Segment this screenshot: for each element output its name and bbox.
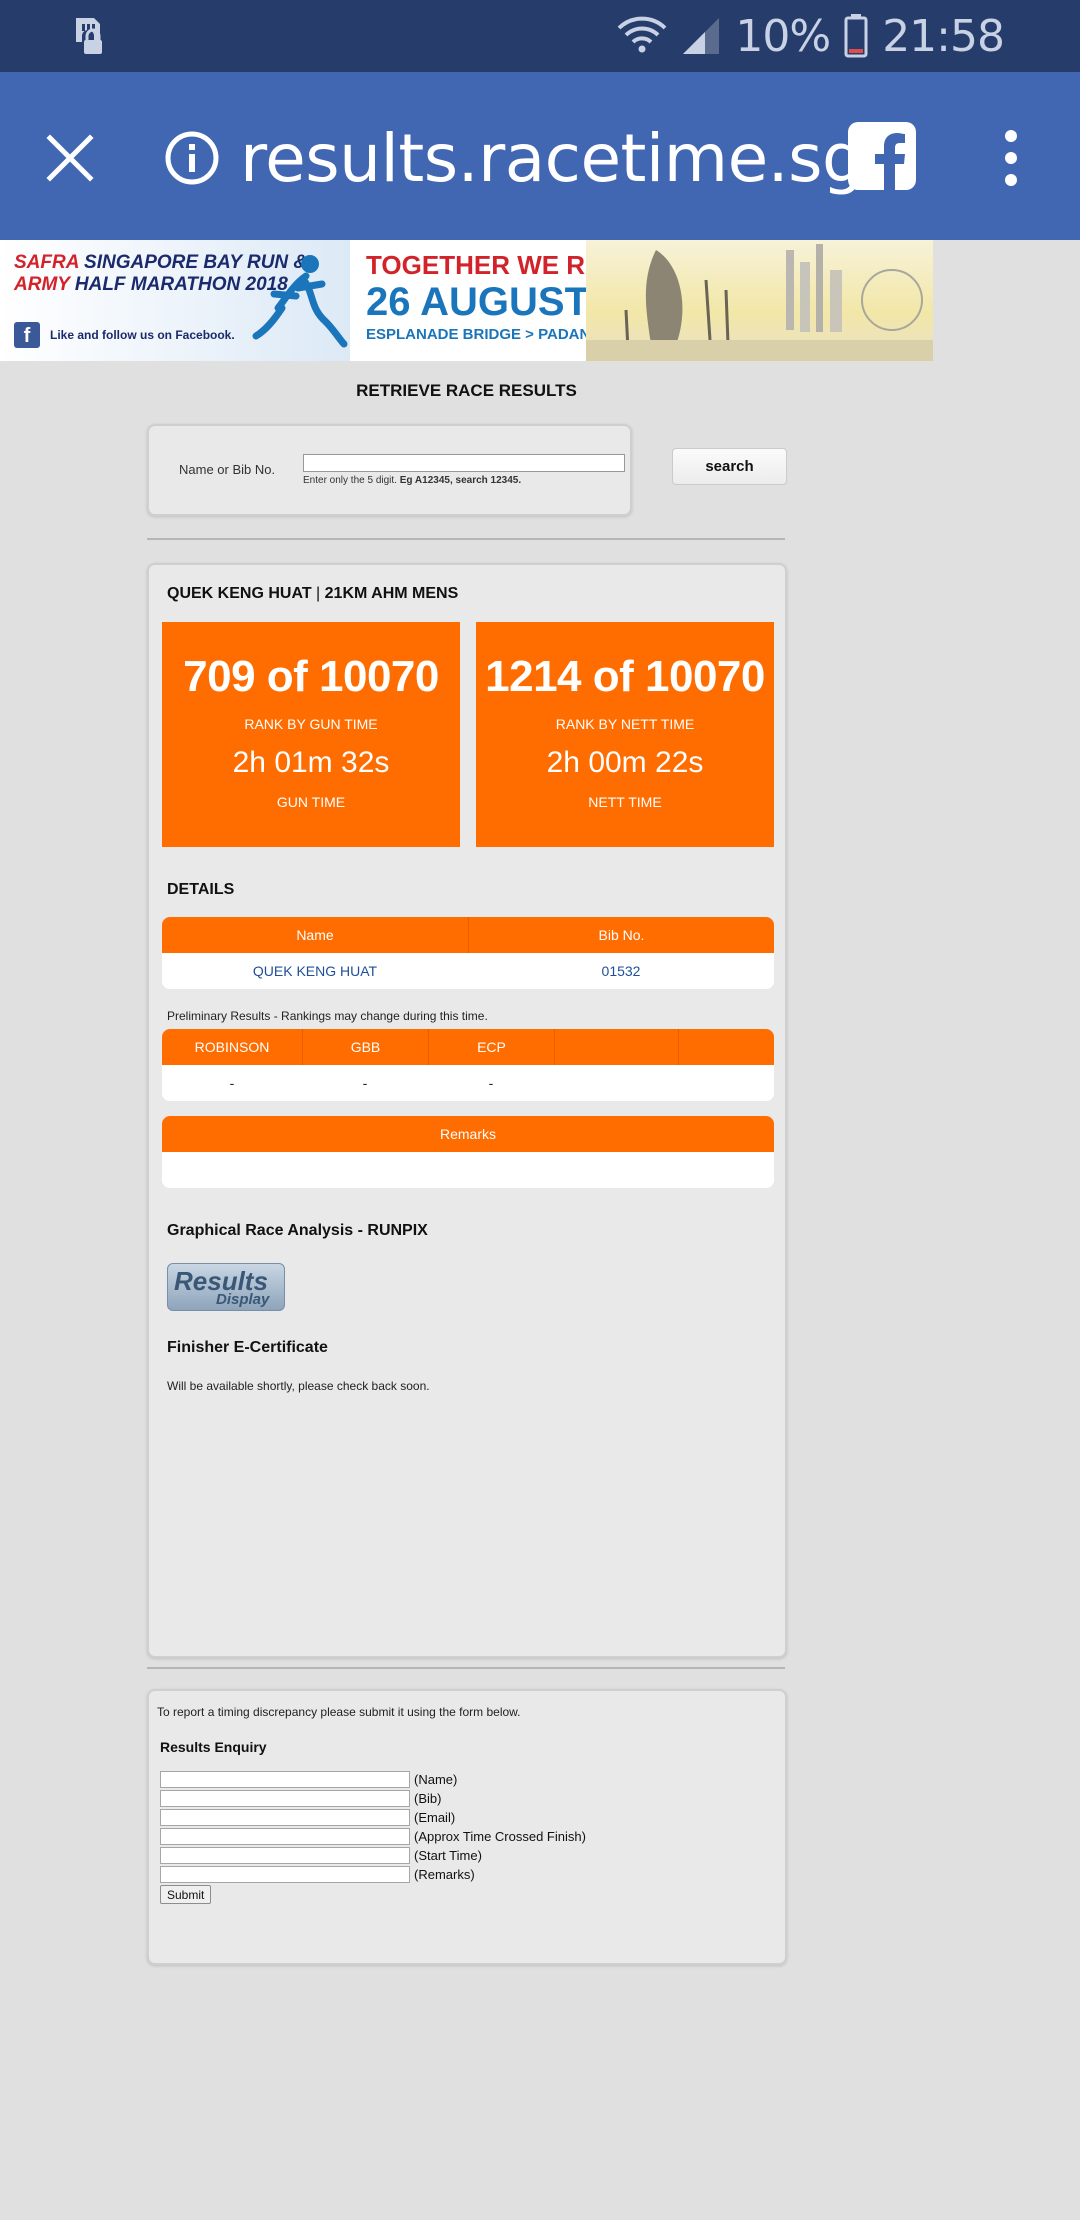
results-display-line2: Display [216,1291,270,1308]
search-input[interactable] [303,454,625,472]
enquiry-email-input[interactable] [160,1809,410,1826]
remarks-value [162,1152,774,1188]
browser-toolbar: results.racetime.sg [0,72,1080,240]
details-header-row: Name Bib No. [162,917,774,953]
enquiry-start-time-input[interactable] [160,1847,410,1864]
remarks-header: Remarks [439,1126,496,1142]
gun-time-label: GUN TIME [276,794,346,810]
enquiry-title: Results Enquiry [160,1739,267,1755]
enquiry-start-time-row: (Start Time) [160,1847,482,1864]
runner-title: QUEK KENG HUAT | 21KM AHM MENS [167,585,459,602]
preliminary-note: Preliminary Results - Rankings may chang… [167,1009,488,1023]
results-panel: QUEK KENG HUAT | 21KM AHM MENS 709 of 10… [147,563,787,1658]
enquiry-remarks-row: (Remarks) [160,1866,475,1883]
banner-facebook-icon: f [14,322,40,348]
facebook-icon[interactable] [848,122,916,190]
divider [147,538,785,540]
nett-rank: 1214 of 10070 [485,652,765,701]
enquiry-bib-label: (Bib) [414,1791,442,1806]
results-enquiry-form: To report a timing discrepancy please su… [147,1689,787,1965]
battery-icon [844,14,868,58]
results-display-link[interactable]: Results Display [167,1263,285,1311]
sd-card-lock-icon [76,18,102,54]
enquiry-finish-time-input[interactable] [160,1828,410,1845]
split-value-empty-2 [678,1065,774,1101]
gun-rank-label: RANK BY GUN TIME [244,716,378,732]
status-bar: 10% 21:58 [0,0,1080,72]
enquiry-bib-input[interactable] [160,1790,410,1807]
split-header-empty-1 [554,1029,678,1065]
gun-time: 2h 01m 32s [232,746,390,779]
gun-rank: 709 of 10070 [183,652,439,701]
more-options-icon[interactable] [996,128,1026,188]
event-banner[interactable]: SAFRA SINGAPORE BAY RUN & ARMY HALF MARA… [0,240,933,361]
details-name-value[interactable]: QUEK KENG HUAT [162,953,468,989]
splits-header-row: ROBINSON GBB ECP [162,1029,774,1065]
wifi-icon [617,16,667,53]
split-value-empty-1 [554,1065,678,1101]
banner-artwork [586,240,933,361]
splits-table: ROBINSON GBB ECP - - - [162,1029,774,1101]
submit-button[interactable]: Submit [160,1885,212,1904]
details-header-bib: Bib No. [468,917,774,953]
details-table: Name Bib No. QUEK KENG HUAT 01532 [162,917,774,989]
nett-rank-label: RANK BY NETT TIME [555,716,695,732]
clock: 21:58 [882,10,1005,62]
nett-time: 2h 00m 22s [546,746,704,779]
close-icon[interactable] [44,132,96,184]
enquiry-email-label: (Email) [414,1810,456,1825]
page-title: RETRIEVE RACE RESULTS [356,381,577,400]
search-label: Name or Bib No. [179,462,276,477]
enquiry-start-time-label: (Start Time) [414,1848,482,1863]
banner-tagline: TOGETHER WE RUN [366,250,623,280]
remarks-header-row: Remarks [162,1116,774,1152]
search-button[interactable]: search [672,448,787,485]
battery-percentage: 10% [735,10,831,62]
enquiry-remarks-input[interactable] [160,1866,410,1883]
table-row: - - - [162,1065,774,1101]
nett-time-card: 1214 of 10070 RANK BY NETT TIME 2h 00m 2… [476,622,774,847]
enquiry-email-row: (Email) [160,1809,455,1826]
split-value-robinson: - [229,1075,235,1091]
runpix-title: Graphical Race Analysis - RUNPIX [167,1222,428,1239]
banner-date-block: TOGETHER WE RUN 26 AUGUST ESPLANADE BRID… [366,250,623,346]
table-row [162,1152,774,1188]
banner-date: 26 AUGUST [366,280,590,324]
nett-time-label: NETT TIME [588,794,662,810]
split-value-ecp: - [488,1075,494,1091]
enquiry-name-row: (Name) [160,1771,457,1788]
remarks-table: Remarks [162,1116,774,1188]
certificate-text: Will be available shortly, please check … [167,1379,430,1393]
gun-time-card: 709 of 10070 RANK BY GUN TIME 2h 01m 32s… [162,622,460,847]
url-domain[interactable]: results.racetime.sg [240,120,864,197]
divider [147,1667,785,1669]
runner-icon [252,255,348,348]
enquiry-finish-time-row: (Approx Time Crossed Finish) [160,1828,586,1845]
banner-skyline-illustration [586,244,933,361]
details-title: DETAILS [167,881,235,898]
enquiry-remarks-label: (Remarks) [414,1867,475,1882]
split-header-robinson: ROBINSON [194,1039,270,1055]
split-header-ecp: ECP [428,1029,554,1065]
enquiry-name-label: (Name) [414,1772,458,1787]
enquiry-finish-time-label: (Approx Time Crossed Finish) [414,1829,586,1844]
split-value-gbb: - [362,1075,368,1091]
table-row: QUEK KENG HUAT 01532 [162,953,774,989]
info-icon[interactable] [164,130,220,186]
enquiry-name-input[interactable] [160,1771,410,1788]
details-bib-value[interactable]: 01532 [468,953,774,989]
banner-facebook-line: f Like and follow us on Facebook. [14,322,235,348]
signal-icon [683,18,720,54]
enquiry-bib-row: (Bib) [160,1790,441,1807]
certificate-title: Finisher E-Certificate [167,1339,328,1356]
search-form: Name or Bib No. Enter only the 5 digit. … [147,424,632,516]
details-header-name: Name [296,927,334,943]
search-hint: Enter only the 5 digit. Eg A12345, searc… [303,475,522,486]
split-header-gbb: GBB [302,1029,428,1065]
split-header-empty-2 [678,1029,774,1065]
enquiry-intro: To report a timing discrepancy please su… [157,1705,521,1719]
banner-route: ESPLANADE BRIDGE > PADANG [366,326,603,343]
